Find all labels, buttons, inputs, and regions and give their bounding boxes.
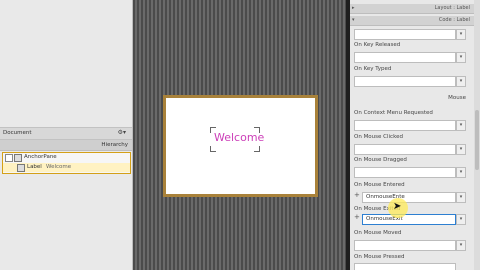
tree-item-label: AnchorPane (24, 154, 57, 160)
chevron-right-icon: ▸ (352, 5, 355, 11)
section-title: Layout : Label (434, 5, 470, 11)
anchorpane-icon (14, 154, 22, 162)
plus-icon[interactable]: + (354, 213, 360, 221)
prop-label: On Mouse Pressed (354, 254, 405, 260)
on-key-released-field[interactable] (354, 52, 456, 63)
tree-item-anchorpane[interactable]: AnchorPane (3, 153, 130, 162)
chevron-down-icon[interactable]: ▾ (456, 192, 466, 203)
prop-label: On Mouse Dragged (354, 157, 407, 163)
plus-icon[interactable]: + (354, 191, 360, 199)
on-mouse-dragged-field[interactable] (354, 167, 456, 178)
event-handler-field[interactable] (354, 29, 456, 40)
hierarchy-title: Hierarchy (101, 142, 128, 148)
welcome-label[interactable]: Welcome (214, 131, 264, 144)
hierarchy-header[interactable]: Hierarchy (0, 140, 132, 151)
tree-item-label: Label (27, 164, 42, 170)
hierarchy-tree: AnchorPane Label Welcome (2, 152, 131, 174)
gear-icon[interactable]: ⚙▾ (118, 129, 126, 136)
selection-handle[interactable] (210, 146, 216, 152)
prop-label: On Mouse Entered (354, 182, 405, 188)
tree-item-label-welcome[interactable]: Label Welcome (3, 163, 130, 172)
on-mouse-moved-field[interactable] (354, 240, 456, 251)
chevron-down-icon[interactable]: ▾ (456, 52, 466, 63)
document-header[interactable]: Document ⚙▾ (0, 127, 132, 140)
on-context-menu-field[interactable] (354, 120, 456, 131)
inspector-panel: ▸ Layout : Label ▾ Code : Label ▾ On Key… (350, 0, 480, 270)
chevron-down-icon[interactable]: ▾ (456, 144, 466, 155)
on-mouse-exited-field[interactable]: OnmouseExit (362, 214, 456, 225)
selection-handle[interactable] (254, 146, 260, 152)
on-mouse-pressed-field[interactable] (354, 263, 456, 270)
prop-label: On Key Typed (354, 66, 392, 72)
section-layout[interactable]: ▸ Layout : Label (350, 4, 474, 14)
label-icon (17, 164, 25, 172)
prop-label: On Context Menu Requested (354, 110, 433, 116)
chevron-down-icon[interactable]: ▾ (456, 214, 466, 225)
prop-label: On Key Released (354, 42, 401, 48)
left-panel: Document ⚙▾ Hierarchy AnchorPane Label W… (0, 0, 133, 270)
on-mouse-entered-field[interactable]: OnmouseEnte (362, 192, 456, 203)
section-code[interactable]: ▾ Code : Label (350, 16, 474, 26)
document-title: Document (3, 130, 32, 136)
chevron-down-icon: ▾ (352, 17, 355, 23)
anchorpane-frame[interactable]: Welcome (163, 95, 318, 197)
tree-item-sublabel: Welcome (46, 164, 72, 170)
mouse-cursor-icon: ➤ (393, 201, 402, 212)
chevron-down-icon[interactable]: ▾ (456, 120, 466, 131)
on-key-typed-field[interactable] (354, 76, 456, 87)
expand-toggle[interactable] (5, 154, 13, 162)
scrollbar-thumb[interactable] (475, 110, 479, 170)
inspector-scrollbar[interactable] (474, 0, 480, 270)
on-mouse-clicked-field[interactable] (354, 144, 456, 155)
mouse-group-title: Mouse (448, 95, 466, 101)
chevron-down-icon[interactable]: ▾ (456, 29, 466, 40)
chevron-down-icon[interactable]: ▾ (456, 240, 466, 251)
prop-label: On Mouse Clicked (354, 134, 403, 140)
section-title: Code : Label (438, 17, 470, 23)
chevron-down-icon[interactable]: ▾ (456, 76, 466, 87)
prop-label: On Mouse Moved (354, 230, 402, 236)
chevron-down-icon[interactable]: ▾ (456, 167, 466, 178)
